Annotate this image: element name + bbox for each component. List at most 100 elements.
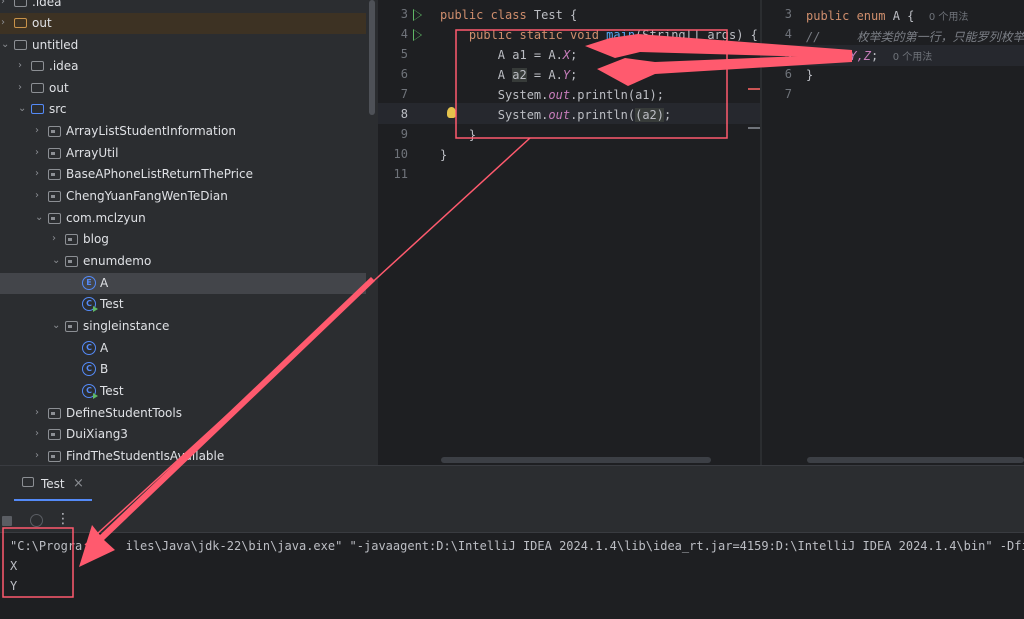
tree-item-definestudenttools[interactable]: › DefineStudentTools xyxy=(0,403,366,424)
code-line-3: public class Test { xyxy=(440,8,578,22)
run-tab-bar: Test × xyxy=(0,466,1024,502)
tree-item-arrayliststudentinformation[interactable]: › ArrayListStudentInformation xyxy=(0,121,366,142)
error-stripe-mark xyxy=(748,127,760,129)
console-icon xyxy=(22,477,34,487)
gauge-icon[interactable] xyxy=(30,514,43,527)
tree-item-out[interactable]: › out xyxy=(0,13,366,34)
tree-item-label: .idea xyxy=(49,59,79,73)
tree-item-untitled[interactable]: ⌄ untitled xyxy=(0,35,366,56)
tree-item-findthestudentisavailable[interactable]: › FindTheStudentIsAvailable xyxy=(0,446,366,465)
tree-item--idea[interactable]: › .idea xyxy=(0,0,366,13)
tree-item-label: singleinstance xyxy=(83,319,170,333)
enum-decl-line: public enum A { 0 个用法 xyxy=(806,9,969,23)
code-line-10: } xyxy=(440,148,448,162)
tree-item-label: out xyxy=(49,81,69,95)
line-number: 7 xyxy=(784,87,792,101)
line-number: 8 xyxy=(400,107,408,121)
console-output-line: Y xyxy=(10,579,18,593)
package-icon xyxy=(48,169,61,180)
tree-item-a[interactable]: CA xyxy=(0,338,366,359)
tree-item-duixiang3[interactable]: › DuiXiang3 xyxy=(0,424,366,445)
tree-item-label: DefineStudentTools xyxy=(66,406,182,420)
tree-item-com-mclzyun[interactable]: ⌄ com.mclzyun xyxy=(0,208,366,229)
tree-item-label: untitled xyxy=(32,38,79,52)
tree-item-label: com.mclzyun xyxy=(66,211,146,225)
package-icon xyxy=(48,408,61,419)
tree-item-label: out xyxy=(32,16,52,30)
chevron-down-icon[interactable]: ⌄ xyxy=(35,213,45,223)
tree-item-label: A xyxy=(100,341,109,355)
editor-horizontal-scrollbar[interactable] xyxy=(441,457,711,463)
line-number: 3 xyxy=(784,7,792,21)
chevron-right-icon[interactable]: › xyxy=(35,429,45,439)
run-class-icon[interactable] xyxy=(413,9,422,21)
tree-item-label: Test xyxy=(100,384,124,398)
tree-item--idea[interactable]: › .idea xyxy=(0,56,366,77)
chevron-right-icon[interactable]: › xyxy=(52,234,62,244)
line-number: 6 xyxy=(400,67,408,81)
more-options-icon[interactable]: ⋮ xyxy=(56,511,70,527)
tree-item-label: blog xyxy=(83,232,109,246)
package-icon xyxy=(48,451,61,462)
tree-item-test[interactable]: C Test xyxy=(0,294,366,315)
folder-icon xyxy=(14,40,27,50)
tree-item-chengyuanfangwentedian[interactable]: › ChengYuanFangWenTeDian xyxy=(0,186,366,207)
tree-item-label: ArrayListStudentInformation xyxy=(66,124,236,138)
enum-close-line: } xyxy=(806,68,814,82)
tree-item-baseaphonelistreturntheprice[interactable]: › BaseAPhoneListReturnThePrice xyxy=(0,164,366,185)
tree-item-label: Test xyxy=(100,297,124,311)
tree-item-src[interactable]: ⌄ src xyxy=(0,99,366,120)
package-icon xyxy=(65,321,78,332)
code-line-7: System.out.println(a1); xyxy=(440,88,664,102)
tree-item-arrayutil[interactable]: › ArrayUtil xyxy=(0,143,366,164)
project-tree[interactable]: › .idea › out ⌄ untitled › .idea › out ⌄ src › ArrayL… xyxy=(0,0,366,465)
line-number: 4 xyxy=(784,27,792,41)
project-tree-scroll-thumb[interactable] xyxy=(369,0,375,115)
tree-item-singleinstance[interactable]: ⌄ singleinstance xyxy=(0,316,366,337)
chevron-right-icon[interactable]: › xyxy=(1,18,11,28)
chevron-right-icon[interactable]: › xyxy=(35,126,45,136)
tree-item-enumdemo[interactable]: ⌄ enumdemo xyxy=(0,251,366,272)
tree-item-label: enumdemo xyxy=(83,254,152,268)
tree-item-blog[interactable]: › blog xyxy=(0,229,366,250)
chevron-down-icon[interactable]: ⌄ xyxy=(52,321,62,331)
chevron-right-icon[interactable]: › xyxy=(35,148,45,158)
run-tab-test[interactable]: Test xyxy=(41,477,65,491)
enum-icon: E xyxy=(82,276,96,290)
tree-item-label: BaseAPhoneListReturnThePrice xyxy=(66,167,253,181)
folder-icon xyxy=(31,61,44,71)
class-icon: C xyxy=(82,384,98,399)
chevron-right-icon[interactable]: › xyxy=(1,0,11,7)
chevron-right-icon[interactable]: › xyxy=(35,191,45,201)
chevron-right-icon[interactable]: › xyxy=(35,451,45,461)
chevron-right-icon[interactable]: › xyxy=(18,61,28,71)
package-icon xyxy=(65,234,78,245)
package-icon xyxy=(48,148,61,159)
chevron-right-icon[interactable]: › xyxy=(18,83,28,93)
chevron-right-icon[interactable]: › xyxy=(35,408,45,418)
close-tab-icon[interactable]: × xyxy=(73,476,84,491)
line-number: 9 xyxy=(400,127,408,141)
tree-item-out[interactable]: › out xyxy=(0,78,366,99)
editor-right-horizontal-scrollbar[interactable] xyxy=(807,457,1024,463)
stop-icon[interactable] xyxy=(2,516,12,526)
code-line-5: A a1 = A.X; xyxy=(440,48,578,62)
package-icon xyxy=(48,126,61,137)
chevron-down-icon[interactable]: ⌄ xyxy=(52,256,62,266)
console-command-line: "C:\Progra iles\Java\jdk-22\bin\java.exe… xyxy=(10,539,1024,553)
class-icon: C xyxy=(82,362,96,376)
package-icon xyxy=(65,256,78,267)
line-number: 5 xyxy=(400,47,408,61)
enum-values-line: X,Y,Z; 0 个用法 xyxy=(834,49,933,63)
chevron-down-icon[interactable]: ⌄ xyxy=(18,104,28,114)
code-line-6: A a2 = A.Y; xyxy=(440,68,578,82)
tree-item-a[interactable]: EA xyxy=(0,273,366,294)
chevron-right-icon[interactable]: › xyxy=(35,169,45,179)
editor-a-java[interactable] xyxy=(762,0,1024,465)
tree-item-b[interactable]: CB xyxy=(0,359,366,380)
chevron-down-icon[interactable]: ⌄ xyxy=(1,40,11,50)
run-main-icon[interactable] xyxy=(413,29,422,41)
line-number: 4 xyxy=(400,27,408,41)
class-icon: C xyxy=(82,297,98,312)
tree-item-test[interactable]: C Test xyxy=(0,381,366,402)
